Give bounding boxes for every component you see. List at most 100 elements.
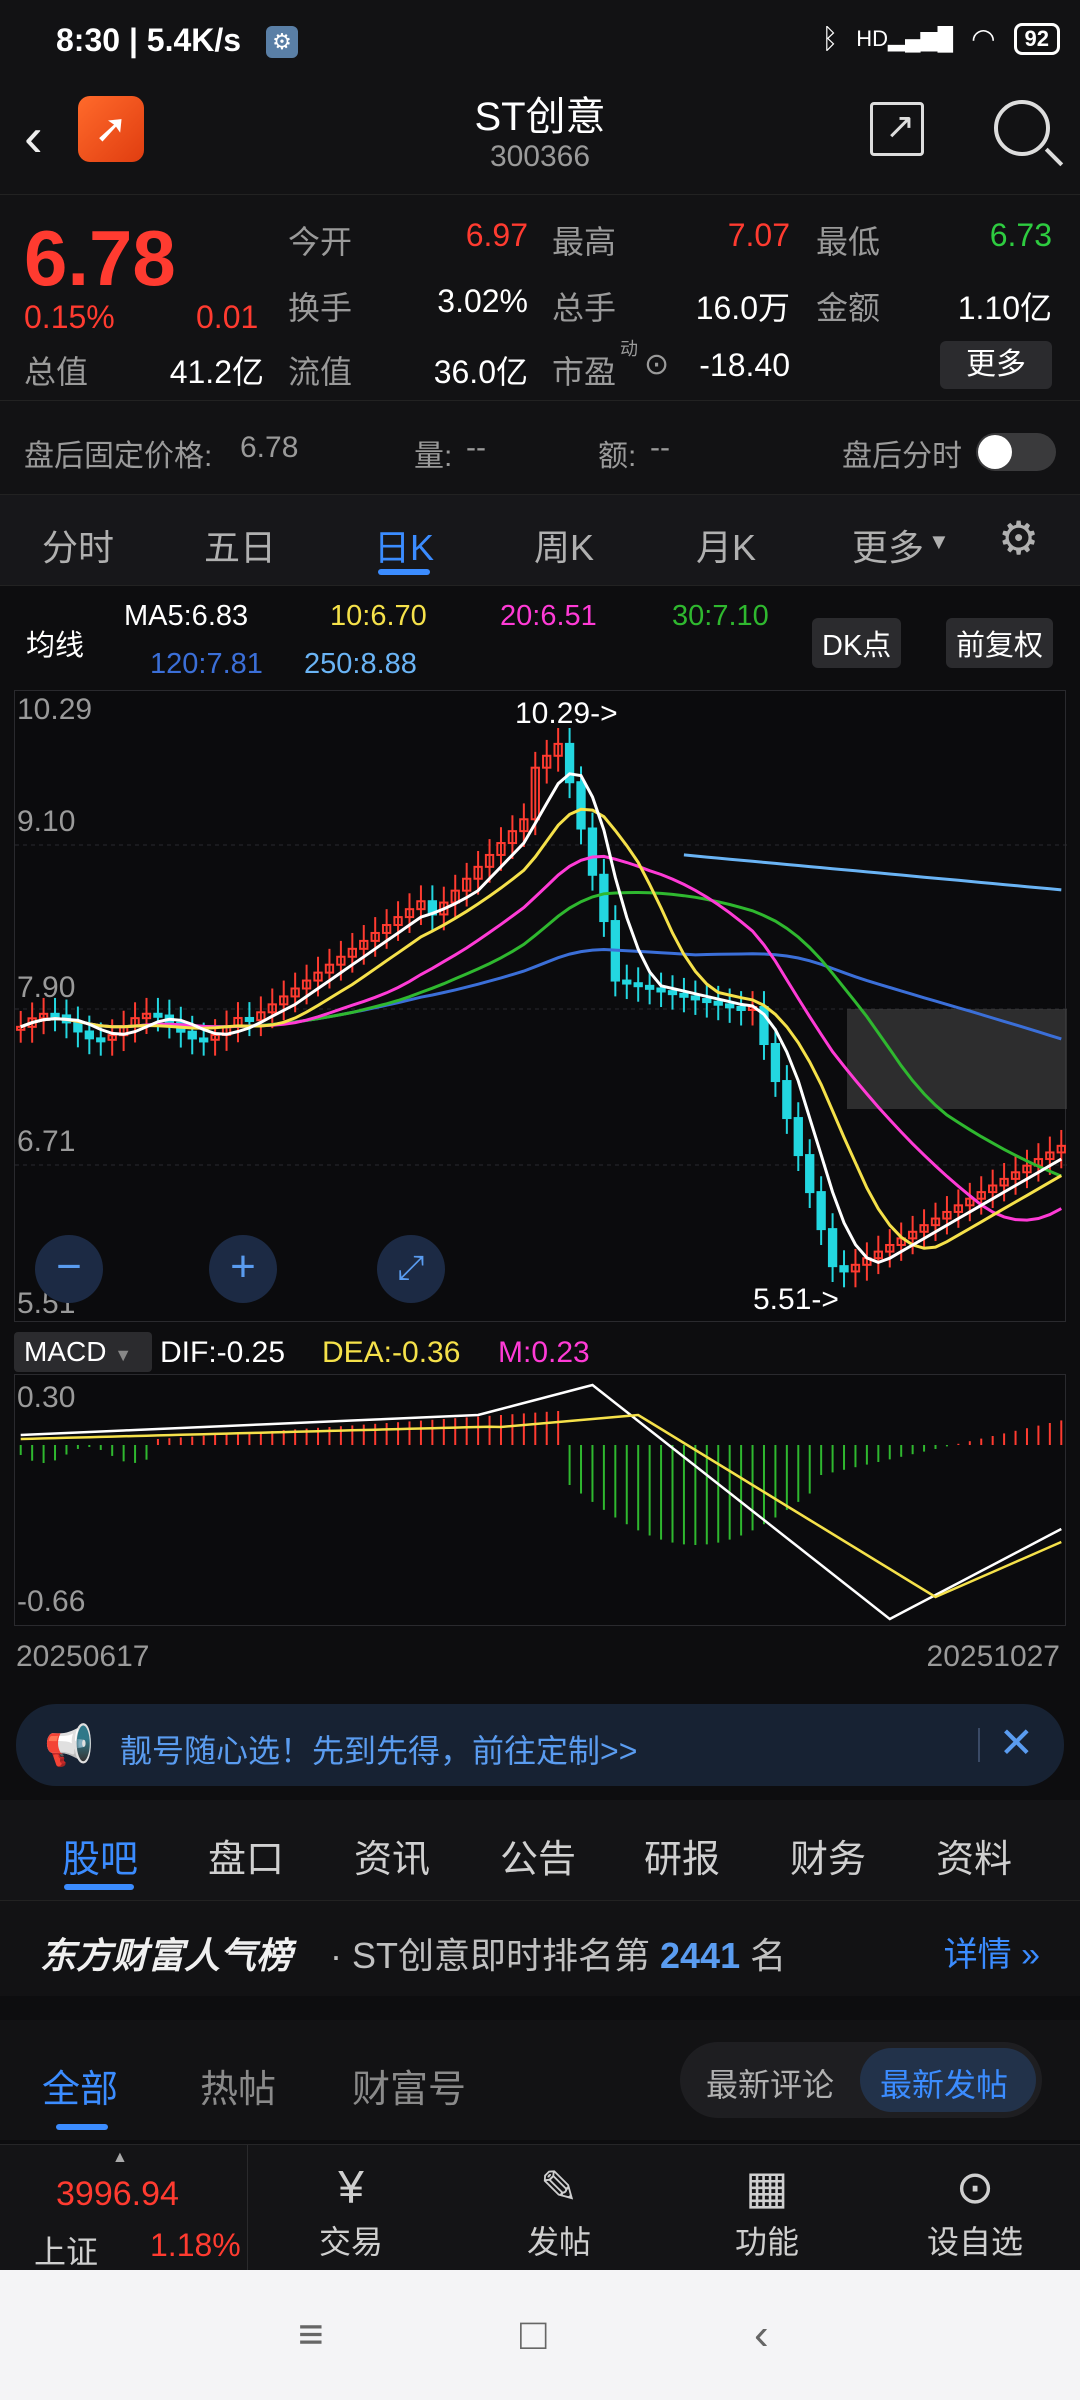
after-hours-timeshare-label: 盘后分时 [842,440,962,473]
nav-functions-label: 功能 [734,2224,799,2260]
close-icon[interactable]: ✕ [999,1718,1034,1767]
banner-text[interactable]: 靓号随心选！先到先得，前往定制>> [120,1726,637,1772]
nav-trade[interactable]: ¥ 交易 [256,2145,446,2271]
nav-add-watchlist[interactable]: ⊙ 设自选 [880,2145,1070,2271]
after-hours-row: 盘后固定价格: 6.78 量: -- 额: -- 盘后分时 [0,400,1080,494]
candle-body [816,1191,826,1231]
candle-body [644,984,655,990]
banner-divider [978,1728,980,1762]
more-stats-button[interactable]: 更多 [940,341,1052,389]
search-icon[interactable] [994,100,1050,156]
stat-value: 1.10亿 [957,290,1052,326]
tab-wealth[interactable]: 财富号 [352,2058,466,2113]
volume-label: 量: [414,440,453,473]
sort-latest-comment[interactable]: 最新评论 [706,2060,834,2106]
zoom-out-icon[interactable]: − [35,1235,103,1303]
status-bar: 8:30 | 5.4K/s ⚙ ᛒ HD▂▄▆█ ◠ 92 [0,0,1080,84]
info-dots-icon[interactable]: ⊙ [644,347,669,382]
tab-news[interactable]: 资讯 [354,1828,430,1883]
back-icon[interactable]: ‹ [24,104,43,169]
candle-body [679,992,689,998]
tab-finance[interactable]: 财务 [790,1828,866,1883]
pe-superscript: 动 [620,339,638,359]
stat-value: 36.0亿 [433,354,528,390]
status-icons: ᛒ HD▂▄▆█ ◠ 92 [821,22,1060,55]
after-hours-toggle[interactable] [976,433,1056,471]
index-ticker[interactable]: ▲ 3996.94 上证 1.18% [0,2145,248,2271]
promo-banner[interactable]: 📢 靓号随心选！先到先得，前往定制>> ✕ [16,1704,1064,1786]
tab-weekly-k[interactable]: 周K [534,519,594,571]
macd-y-bottom: -0.66 [17,1585,86,1618]
ma10-value: 10:6.70 [330,600,427,632]
nav-post[interactable]: ✎ 发帖 [464,2145,654,2271]
amount-label: 额: [598,440,637,473]
candle-body [667,990,678,996]
share-icon[interactable] [870,102,924,156]
nav-functions[interactable]: ▦ 功能 [672,2145,862,2271]
macd-selector[interactable]: MACD ▼ [14,1332,152,1372]
tab-pankou[interactable]: 盘口 [208,1828,284,1883]
candle-body [725,1003,735,1009]
amount-value: -- [650,431,670,464]
stat-label: 最低 [816,224,881,260]
sort-latest-post[interactable]: 最新发帖 [860,2048,1036,2112]
popularity-rank[interactable]: 东方财富人气榜 · ST创意即时排名第 2441 名 详情 » [0,1900,1080,1996]
date-end: 20251027 [926,1640,1060,1673]
candle-body [702,998,712,1004]
menu-icon[interactable]: ≡ [298,2310,324,2360]
candle-body [805,1154,815,1194]
macd-y-top: 0.30 [17,1381,76,1414]
settings-icon: ⚙ [266,26,298,58]
dk-point-button[interactable]: DK点 [812,618,902,668]
tab-guba[interactable]: 股吧 [62,1828,138,1883]
rank-detail-link[interactable]: 详情 » [944,1927,1040,1976]
stat-value: 7.07 [727,217,790,253]
back-nav-icon[interactable]: ‹ [754,2310,769,2360]
index-value: 3996.94 [56,2175,179,2213]
tab-profile[interactable]: 资料 [936,1828,1012,1883]
candle-body [782,1080,792,1120]
stat-value: 16.0万 [695,290,790,326]
fullscreen-icon[interactable]: ⤢ [377,1235,445,1303]
after-hours-label: 盘后固定价格: [24,440,213,473]
stat-label: 今开 [288,224,353,260]
candle-body [656,987,666,993]
battery-icon: 92 [1013,22,1060,55]
tab-more[interactable]: 更多 [852,519,924,571]
more-icon: ⊙ [955,2161,995,2213]
candle-body [84,1030,94,1040]
sort-toggle: 最新评论 最新发帖 [680,2042,1042,2118]
tab-daily-k[interactable]: 日K [374,519,434,571]
ma20-value: 20:6.51 [500,600,597,632]
stat-label: 市盈 [552,354,617,390]
stat-label: 流值 [288,354,353,390]
grid-icon: ▦ [745,2161,789,2213]
macd-chart[interactable]: 0.30 -0.66 [14,1374,1066,1626]
candle-body [599,873,609,923]
tab-all[interactable]: 全部 [42,2058,118,2113]
nav-trade-label: 交易 [318,2224,383,2260]
change-percent: 0.15% [24,299,115,335]
index-pct: 1.18% [150,2227,241,2263]
tab-monthly-k[interactable]: 月K [696,519,756,571]
tab-five-day[interactable]: 五日 [204,519,276,571]
stat-value: -18.40 [699,347,790,383]
tab-announcements[interactable]: 公告 [500,1828,576,1883]
post-icon: ✎ [539,2161,579,2213]
macd-dif: DIF:-0.25 [160,1336,286,1369]
chevron-down-icon: ▼ [928,529,950,554]
stat-label: 总值 [24,354,89,390]
candle-body [50,1012,60,1018]
adjust-button[interactable]: 前复权 [946,618,1054,668]
gear-icon[interactable]: ⚙ [998,511,1039,565]
tab-timeshare[interactable]: 分时 [42,519,114,571]
candle-body [576,781,586,830]
zoom-in-icon[interactable]: + [209,1235,277,1303]
home-icon[interactable]: □ [520,2310,547,2360]
kline-chart[interactable]: 10.29 9.10 7.90 6.71 5.51 10.29-> 5.51->… [14,690,1067,1322]
y-axis-top: 10.29 [17,693,93,726]
tab-research[interactable]: 研报 [644,1828,720,1883]
app-logo-icon[interactable]: ➚ [78,96,144,162]
tab-hot[interactable]: 热帖 [200,2058,276,2113]
stat-label: 金额 [816,290,881,326]
